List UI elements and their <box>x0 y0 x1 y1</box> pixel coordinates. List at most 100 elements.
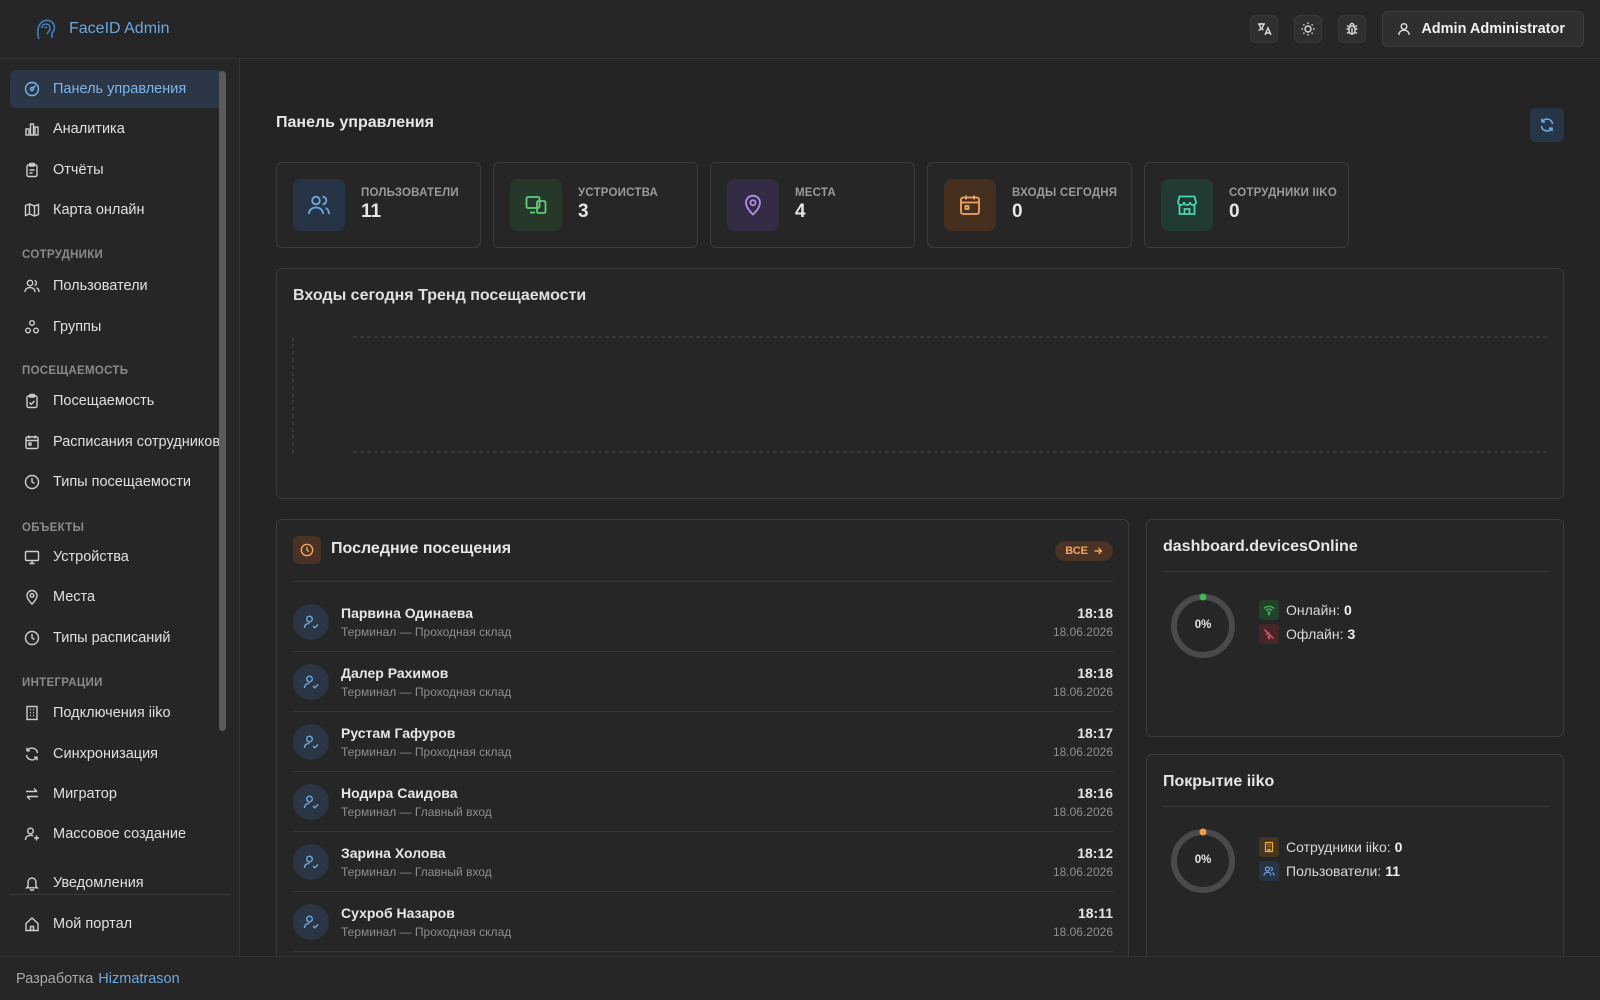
sidebar-item-label: Аналитика <box>53 121 125 137</box>
developer-link[interactable]: Hizmatrason <box>98 971 179 987</box>
sidebar-item-places[interactable]: Места <box>10 578 226 616</box>
sidebar-item-migrator[interactable]: Мигратор <box>10 775 226 813</box>
user-check-icon <box>293 603 329 640</box>
visit-row[interactable]: Нодира Саидова Терминал — Главный вход 1… <box>293 772 1113 832</box>
stat-card-entries-today[interactable]: ВХОДЫ СЕГОДНЯ 0 <box>927 162 1132 248</box>
sidebar-item-label: Мигратор <box>53 786 117 802</box>
donut-progress-marker <box>1199 593 1207 601</box>
visit-location: Терминал — Главный вход <box>341 804 492 819</box>
sidebar-item-label: Карта онлайн <box>53 202 145 218</box>
user-menu-button[interactable]: Admin Administrator <box>1382 11 1584 47</box>
sync-icon <box>24 746 53 762</box>
debug-button[interactable] <box>1338 15 1367 43</box>
sidebar-item-label: Отчёты <box>53 162 104 178</box>
sidebar-item-notifications[interactable]: Уведомления <box>10 864 226 894</box>
visit-name: Нодира Саидова <box>341 784 458 801</box>
building-icon <box>24 705 53 721</box>
refresh-button[interactable] <box>1530 108 1564 142</box>
sidebar-item-sync[interactable]: Синхронизация <box>10 735 226 773</box>
iiko-coverage-percent: 0% <box>1194 854 1212 866</box>
stat-card-devices[interactable]: УСТРОЙСТВА 3 <box>493 162 698 248</box>
visit-row[interactable]: Далер Рахимов Терминал — Проходная склад… <box>293 652 1113 712</box>
wifi-icon <box>1259 600 1279 620</box>
sidebar-item-employee-schedules[interactable]: Расписания сотрудников <box>10 423 226 461</box>
sidebar-item-devices[interactable]: Устройства <box>10 538 226 576</box>
stat-value: 11 <box>361 201 382 222</box>
users-icon <box>24 278 53 294</box>
devices-icon <box>510 179 562 231</box>
stat-card-users[interactable]: ПОЛЬЗОВАТЕЛИ 11 <box>276 162 481 248</box>
visit-location: Терминал — Проходная склад <box>341 684 512 699</box>
panel-divider <box>1163 806 1549 807</box>
my-portal-link[interactable]: Мой портал <box>10 907 226 941</box>
footer-prefix: Разработка <box>16 970 94 987</box>
wifi-off-icon <box>1259 624 1279 644</box>
visit-time: 18:16 <box>1077 784 1113 801</box>
groups-icon <box>24 319 53 335</box>
sidebar-item-attendance-types[interactable]: Типы посещаемости <box>10 463 226 501</box>
sidebar-item-bulk-create[interactable]: Массовое создание <box>10 815 226 853</box>
offline-label: Офлайн: <box>1286 626 1344 642</box>
sidebar-item-schedule-types[interactable]: Типы расписаний <box>10 619 226 657</box>
iiko-coverage-panel: Покрытие iiko 0% Сотрудники iiko: 0 Поль… <box>1146 754 1564 979</box>
stat-value: 4 <box>795 201 806 222</box>
stat-card-iiko-employees[interactable]: СОТРУДНИКИ IIKO 0 <box>1144 162 1349 248</box>
page-title: Панель управления <box>276 114 434 131</box>
legend-offline: Офлайн: 3 <box>1259 624 1355 644</box>
visit-row[interactable]: Сухроб Назаров Терминал — Проходная скла… <box>293 892 1113 952</box>
sidebar-item-analytics[interactable]: Аналитика <box>10 110 226 148</box>
bug-icon <box>1344 21 1360 37</box>
sidebar-scrollbar[interactable] <box>219 71 226 731</box>
sidebar-item-reports[interactable]: Отчёты <box>10 151 226 189</box>
sidebar-item-users[interactable]: Пользователи <box>10 267 226 305</box>
brand-title: FaceID Admin <box>69 20 170 37</box>
visit-row[interactable]: Рустам Гафуров Терминал — Проходная скла… <box>293 712 1113 772</box>
sidebar-item-online-map[interactable]: Карта онлайн <box>10 191 226 229</box>
home-icon <box>24 916 53 932</box>
monitor-icon <box>24 549 53 565</box>
view-all-label: ВСЕ <box>1065 545 1088 557</box>
user-check-icon <box>293 903 329 940</box>
sidebar-item-dashboard[interactable]: Панель управления <box>10 70 226 108</box>
view-all-button[interactable]: ВСЕ <box>1055 541 1113 561</box>
brand[interactable]: FaceID Admin <box>33 16 169 42</box>
visit-time: 18:17 <box>1077 724 1113 741</box>
sidebar: Панель управления Аналитика Отчёты Карта… <box>0 59 240 956</box>
legend-iiko-employees: Сотрудники iiko: 0 <box>1259 837 1402 857</box>
visit-row[interactable]: Зарина Холова Терминал — Главный вход 18… <box>293 832 1113 892</box>
top-bar: FaceID Admin Admin Administrator <box>0 0 1600 59</box>
sidebar-item-groups[interactable]: Группы <box>10 308 226 346</box>
sidebar-item-label: Расписания сотрудников <box>53 434 221 450</box>
section-attendance: ПОСЕЩАЕМОСТЬ <box>22 365 129 377</box>
sidebar-item-iiko-connections[interactable]: Подключения iiko <box>10 694 226 732</box>
sidebar-item-label: Группы <box>53 319 102 335</box>
devices-online-panel: dashboard.devicesOnline 0% Онлайн: 0 Офл… <box>1146 519 1564 737</box>
attendance-trend-panel: Входы сегодня Тренд посещаемости <box>276 268 1564 499</box>
calendar-icon <box>944 179 996 231</box>
stat-card-places[interactable]: МЕСТА 4 <box>710 162 915 248</box>
devices-online-percent: 0% <box>1194 619 1212 631</box>
sidebar-item-label: Места <box>53 589 96 605</box>
recent-visits-header: Последние посещения ВСЕ <box>293 536 1113 582</box>
visit-location: Терминал — Главный вход <box>341 864 492 879</box>
visit-row[interactable]: Парвина Одинаева Терминал — Проходная ск… <box>293 592 1113 652</box>
offline-value: 3 <box>1347 626 1356 642</box>
my-portal-label: Мой портал <box>53 916 133 932</box>
users-icon <box>1259 861 1279 881</box>
user-icon <box>1397 22 1421 36</box>
section-employees: СОТРУДНИКИ <box>22 249 104 261</box>
translate-button[interactable] <box>1250 15 1279 43</box>
theme-toggle-button[interactable] <box>1294 15 1323 43</box>
iiko-coverage-title: Покрытие iiko <box>1163 773 1275 790</box>
arrow-right-icon <box>1088 546 1103 556</box>
sidebar-item-label: Устройства <box>53 549 129 565</box>
sidebar-item-attendance[interactable]: Посещаемость <box>10 382 226 420</box>
section-objects: ОБЪЕКТЫ <box>22 522 85 534</box>
panel-divider <box>1163 571 1549 572</box>
sidebar-item-label: Массовое создание <box>53 826 187 842</box>
stat-label: ПОЛЬЗОВАТЕЛИ <box>361 187 459 199</box>
visit-time: 18:18 <box>1077 604 1113 621</box>
user-check-icon <box>293 783 329 820</box>
recent-visits-title: Последние посещения <box>331 540 512 557</box>
store-icon <box>1161 179 1213 231</box>
